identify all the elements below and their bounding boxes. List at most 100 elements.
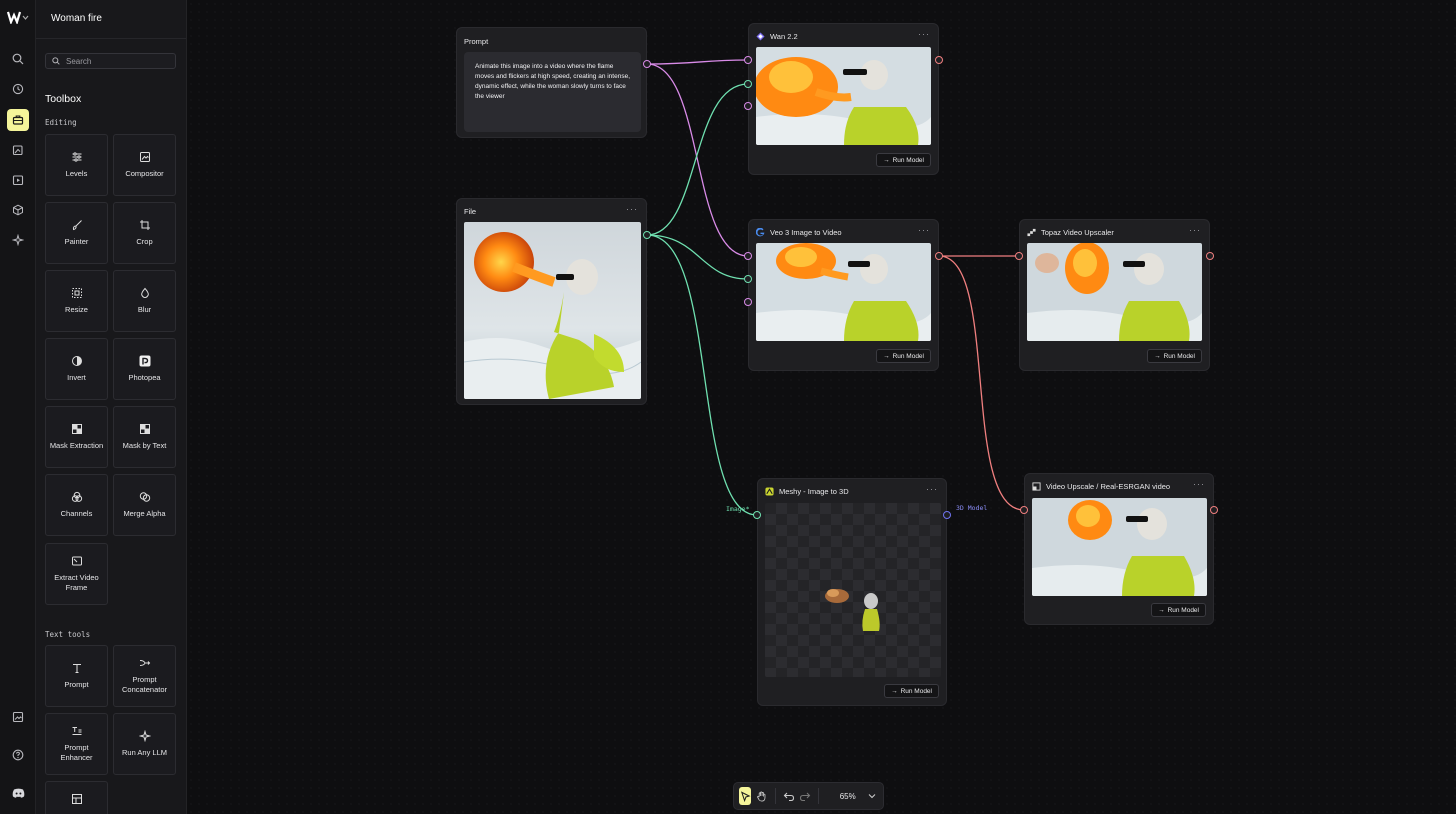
help-icon[interactable]	[7, 744, 29, 766]
text-icon	[72, 664, 81, 673]
search-box[interactable]	[45, 53, 176, 69]
veo-node[interactable]: Veo 3 Image to Video ··· → Run Model	[748, 219, 939, 371]
more-icon[interactable]: ···	[926, 484, 938, 494]
crop-icon	[139, 220, 150, 230]
meshy-3d-preview[interactable]	[765, 503, 941, 677]
search-icon	[52, 57, 60, 65]
file-node[interactable]: File ···	[456, 198, 647, 405]
tool-label: Crop	[136, 237, 153, 246]
history-icon[interactable]	[7, 78, 29, 100]
tool-extract-video-frame[interactable]: Extract Video Frame	[45, 543, 108, 605]
cursor-icon	[740, 790, 751, 802]
app-logo[interactable]	[6, 10, 31, 26]
esrgan-input-port[interactable]	[1020, 506, 1028, 514]
prompt-node[interactable]: Prompt Animate this image into a video w…	[456, 27, 647, 138]
tool-prompt-enhancer[interactable]: Prompt Enhancer	[45, 713, 108, 775]
tool-run-any-llm[interactable]: Run Any LLM	[113, 713, 176, 775]
tool-painter[interactable]: Painter	[45, 202, 108, 264]
tool-more[interactable]	[45, 781, 108, 814]
node-header: Video Upscale / Real-ESRGAN video	[1032, 482, 1170, 491]
node-title: Video Upscale / Real-ESRGAN video	[1046, 482, 1171, 491]
divider	[36, 38, 186, 39]
tool-compositor[interactable]: Compositor	[113, 134, 176, 196]
topaz-output-port[interactable]	[1206, 252, 1214, 260]
node-title: File	[464, 207, 477, 216]
workspace-title[interactable]: Woman fire	[51, 13, 102, 24]
tool-label: Extract Video Frame	[54, 573, 99, 592]
esrgan-node[interactable]: Video Upscale / Real-ESRGAN video ··· → R…	[1024, 473, 1214, 625]
toolbox-icon[interactable]	[7, 109, 29, 131]
run-model-button[interactable]: → Run Model	[1151, 603, 1206, 617]
undo-button[interactable]	[782, 787, 794, 805]
meshy-image-port[interactable]	[753, 511, 761, 519]
pan-tool[interactable]	[755, 787, 767, 805]
merge-icon	[139, 492, 150, 502]
tool-blur[interactable]: Blur	[113, 270, 176, 332]
discord-icon[interactable]	[7, 782, 29, 804]
meshy-node[interactable]: Meshy - Image to 3D ··· → Run Model	[757, 478, 947, 706]
veo-image-port[interactable]	[744, 275, 752, 283]
wan-output-port[interactable]	[935, 56, 943, 64]
tool-mask-by-text[interactable]: Mask by Text	[113, 406, 176, 468]
topaz-output-image	[1027, 243, 1202, 341]
zoom-level[interactable]: 65%	[840, 792, 856, 801]
tool-resize[interactable]: Resize	[45, 270, 108, 332]
tool-crop[interactable]: Crop	[113, 202, 176, 264]
tool-prompt[interactable]: Prompt	[45, 645, 108, 707]
veo-extra-port[interactable]	[744, 298, 752, 306]
mask-icon	[71, 424, 82, 434]
veo-output-port[interactable]	[935, 252, 943, 260]
tool-mask-extraction[interactable]: Mask Extraction	[45, 406, 108, 468]
more-icon[interactable]: ···	[626, 204, 638, 214]
text-tools-section-label: Text tools	[45, 630, 91, 639]
arrow-right-icon: →	[883, 352, 890, 360]
chevron-down-icon	[868, 794, 876, 799]
more-icon[interactable]: ···	[918, 225, 930, 235]
arrow-right-icon: →	[891, 687, 898, 695]
run-label: Run Model	[1163, 352, 1195, 360]
wan-node[interactable]: Wan 2.2 ··· → Run Model	[748, 23, 939, 175]
search-icon[interactable]	[7, 48, 29, 70]
tool-prompt-concatenator[interactable]: Prompt Concatenator	[113, 645, 176, 707]
divider	[774, 788, 776, 804]
run-model-button[interactable]: → Run Model	[876, 349, 931, 363]
mask-icon	[139, 424, 150, 434]
3d-cube-icon[interactable]	[7, 199, 29, 221]
zoom-dropdown[interactable]	[866, 787, 878, 805]
run-model-button[interactable]: → Run Model	[876, 153, 931, 167]
esrgan-output-port[interactable]	[1210, 506, 1218, 514]
file-output-port[interactable]	[643, 231, 651, 239]
more-icon[interactable]: ···	[918, 29, 930, 39]
node-header: Veo 3 Image to Video	[756, 228, 842, 237]
select-tool[interactable]	[739, 787, 752, 805]
arrow-right-icon: →	[1158, 606, 1165, 614]
meshy-model-port[interactable]	[943, 511, 951, 519]
wan-logo-icon	[756, 32, 765, 41]
wan-prompt-port[interactable]	[744, 56, 752, 64]
image-edit-icon[interactable]	[7, 139, 29, 161]
topaz-input-port[interactable]	[1015, 252, 1023, 260]
more-icon[interactable]: ···	[1193, 479, 1205, 489]
gallery-icon[interactable]	[7, 706, 29, 728]
tool-merge-alpha[interactable]: Merge Alpha	[113, 474, 176, 536]
more-icon[interactable]: ···	[1189, 225, 1201, 235]
prompt-output-port[interactable]	[643, 60, 651, 68]
wan-extra-port[interactable]	[744, 102, 752, 110]
tool-invert[interactable]: Invert	[45, 338, 108, 400]
tool-channels[interactable]: Channels	[45, 474, 108, 536]
sparkle-icon[interactable]	[7, 229, 29, 251]
node-title: Topaz Video Upscaler	[1041, 228, 1114, 237]
wan-image-port[interactable]	[744, 80, 752, 88]
search-input[interactable]	[66, 56, 166, 66]
redo-button[interactable]	[799, 787, 811, 805]
prompt-text[interactable]: Animate this image into a video where th…	[464, 52, 641, 132]
run-model-button[interactable]: → Run Model	[884, 684, 939, 698]
tool-photopea[interactable]: Photopea	[113, 338, 176, 400]
run-model-button[interactable]: → Run Model	[1147, 349, 1202, 363]
tool-label: Levels	[65, 169, 88, 178]
tool-levels[interactable]: Levels	[45, 134, 108, 196]
tool-label: Run Any LLM	[121, 748, 168, 757]
topaz-node[interactable]: Topaz Video Upscaler ··· → Run Model	[1019, 219, 1210, 371]
veo-prompt-port[interactable]	[744, 252, 752, 260]
video-icon[interactable]	[7, 169, 29, 191]
